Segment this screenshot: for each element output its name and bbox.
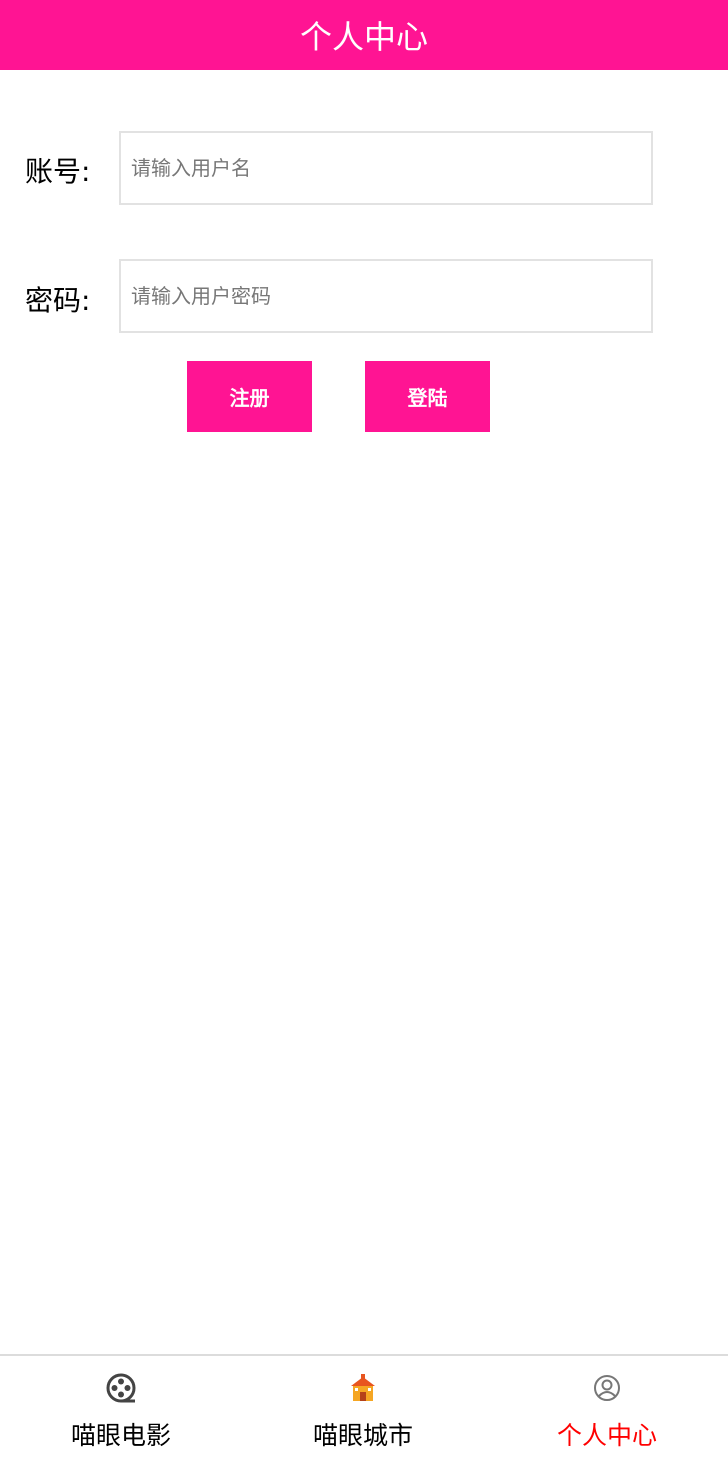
tab-movies[interactable]: 喵眼电影 <box>0 1356 242 1464</box>
register-button[interactable]: 注册 <box>187 361 312 432</box>
tab-label: 喵眼城市 <box>312 1421 413 1450</box>
login-button[interactable]: 登陆 <box>365 361 490 432</box>
tab-profile[interactable]: 个人中心 <box>486 1356 728 1464</box>
tab-label: 个人中心 <box>556 1421 657 1450</box>
password-input[interactable] <box>119 259 653 333</box>
film-reel-icon <box>105 1372 137 1404</box>
user-icon <box>591 1372 623 1404</box>
tab-city[interactable]: 喵眼城市 <box>242 1356 484 1464</box>
page-header: 个人中心 <box>0 0 728 70</box>
bottom-tab-bar: 喵眼电影 喵眼城市 个人中心 <box>0 1354 728 1464</box>
account-input[interactable] <box>119 131 653 205</box>
page-title: 个人中心 <box>299 18 428 56</box>
password-label: 密码: <box>25 284 91 317</box>
tab-label: 喵眼电影 <box>70 1421 171 1450</box>
account-label: 账号: <box>25 155 91 188</box>
building-icon <box>347 1372 379 1404</box>
